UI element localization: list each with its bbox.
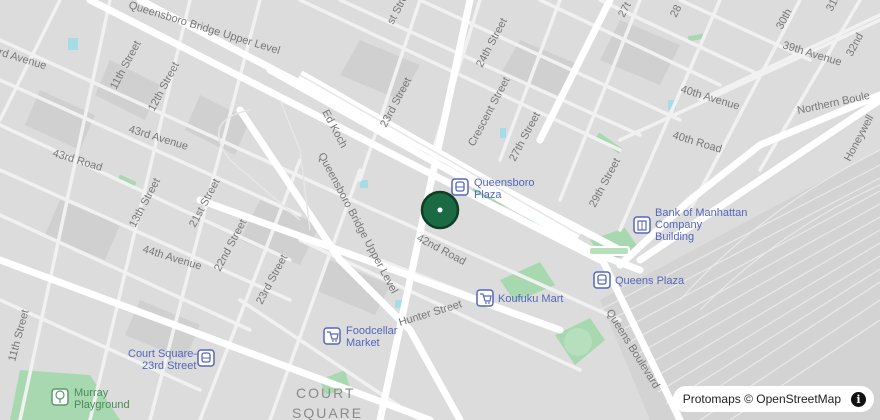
- train-icon: [197, 349, 215, 367]
- attribution-text[interactable]: Protomaps © OpenStreetMap: [683, 392, 841, 406]
- poi-queens-plaza[interactable]: Queens Plaza: [593, 271, 685, 289]
- poi-label-foodcellar: Foodcellar: [346, 325, 398, 337]
- poi-label-court-square: Court Square–: [128, 348, 200, 360]
- neighborhood-label-court: COURT: [296, 385, 356, 401]
- tree-icon: [51, 388, 69, 406]
- shopping-cart-icon: [476, 289, 494, 307]
- poi-label-queensboro: Queensboro: [474, 177, 535, 189]
- poi-label-bank-line1: Bank of Manhattan: [655, 207, 747, 219]
- attribution-bar[interactable]: Protomaps © OpenStreetMap i: [672, 386, 874, 412]
- shopping-cart-icon: [323, 327, 341, 345]
- info-icon[interactable]: i: [851, 391, 866, 407]
- poi-label-23rd-street: 23rd Street: [142, 360, 196, 372]
- map-layer: Queensboro Bridge Upper Level Queensboro…: [0, 0, 880, 420]
- location-marker[interactable]: [420, 190, 460, 230]
- poi-label-queens-plaza: Queens Plaza: [615, 275, 685, 287]
- poi-label-bank-line2: Company: [655, 219, 703, 231]
- poi-koufuku-mart[interactable]: Koufuku Mart: [476, 289, 563, 307]
- neighborhood-label-square: SQUARE: [292, 405, 363, 420]
- train-icon: [451, 178, 469, 196]
- poi-label-bank-line3: Building: [655, 231, 694, 243]
- building-icon: [633, 216, 651, 234]
- location-marker-center: [437, 207, 443, 213]
- poi-label-plaza: Plaza: [474, 189, 502, 201]
- poi-label-market: Market: [346, 337, 380, 349]
- poi-label-murray: Murray: [74, 387, 109, 399]
- poi-label-playground: Playground: [74, 399, 130, 411]
- poi-label-koufuku-mart: Koufuku Mart: [498, 293, 563, 305]
- train-icon: [593, 271, 611, 289]
- map-canvas[interactable]: Queensboro Bridge Upper Level Queensboro…: [0, 0, 880, 420]
